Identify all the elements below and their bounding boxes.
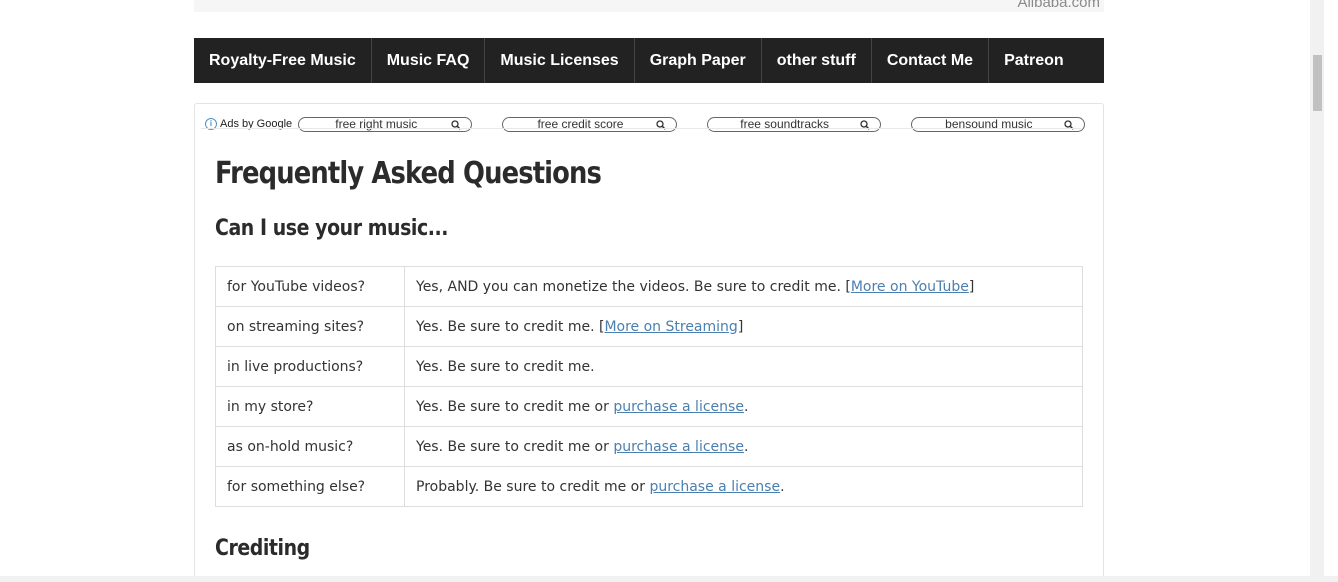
faq-answer: Yes. Be sure to credit me or purchase a …	[404, 426, 1083, 467]
ad-link-1[interactable]: free right music	[298, 116, 473, 132]
faq-answer-suffix: .	[743, 398, 749, 415]
ad-link-4[interactable]: bensound music	[910, 116, 1085, 132]
top-ad-banner[interactable]: Alibaba.com	[194, 0, 1104, 12]
page-title: Frequently Asked Questions	[215, 156, 602, 191]
faq-answer-text: Probably. Be sure to credit me or	[416, 478, 650, 495]
faq-question: on streaming sites?	[215, 306, 405, 347]
section-title-crediting: Crediting	[215, 536, 310, 561]
faq-answer-suffix: .	[780, 478, 785, 495]
faq-answer: Yes. Be sure to credit me.	[404, 346, 1083, 387]
faq-question: for something else?	[215, 466, 405, 507]
faq-answer-text: Yes. Be sure to credit me or	[416, 438, 614, 455]
faq-answer-text: Yes. Be sure to credit me.	[416, 358, 595, 375]
faq-answer-link[interactable]: More on YouTube	[851, 279, 969, 295]
faq-answer-link[interactable]: More on Streaming	[604, 319, 737, 335]
ads-bar: i Ads by Google free right music free cr…	[205, 114, 1085, 134]
faq-question: as on-hold music?	[215, 426, 405, 467]
nav-item-graph-paper[interactable]: Graph Paper	[635, 38, 762, 83]
table-row: in my store? Yes. Be sure to credit me or…	[215, 386, 1083, 427]
faq-answer-link[interactable]: purchase a license	[613, 399, 744, 415]
table-row: for YouTube videos? Yes, AND you can mone…	[215, 266, 1083, 307]
ads-divider	[201, 128, 1081, 129]
nav-item-contact-me[interactable]: Contact Me	[872, 38, 990, 83]
nav-item-music-faq[interactable]: Music FAQ	[372, 38, 486, 83]
faq-answer: Probably. Be sure to credit me or purcha…	[404, 466, 1083, 507]
faq-answer: Yes, AND you can monetize the videos. Be…	[404, 266, 1083, 307]
faq-answer-text: Yes. Be sure to credit me. [	[416, 318, 605, 335]
faq-answer-suffix: ]	[737, 318, 744, 335]
ad-link-3[interactable]: free soundtracks	[706, 116, 881, 132]
faq-answer: Yes. Be sure to credit me. [More on Stre…	[404, 306, 1083, 347]
table-row: in live productions? Yes. Be sure to cred…	[215, 346, 1083, 387]
faq-question: in my store?	[215, 386, 405, 427]
table-row: as on-hold music? Yes. Be sure to credit …	[215, 426, 1083, 467]
horizontal-scrollbar[interactable]	[0, 576, 1338, 582]
main-nav: Royalty-Free Music Music FAQ Music Licen…	[194, 38, 1104, 83]
ad-link-2[interactable]: free credit score	[502, 116, 677, 132]
faq-answer-suffix: ]	[968, 278, 975, 295]
nav-item-other-stuff[interactable]: other stuff	[762, 38, 872, 83]
faq-table: for YouTube videos? Yes, AND you can mone…	[215, 266, 1083, 507]
table-row: on streaming sites? Yes. Be sure to credi…	[215, 306, 1083, 347]
content-box: i Ads by Google free right music free cr…	[194, 103, 1104, 576]
nav-item-royalty-free-music[interactable]: Royalty-Free Music	[194, 38, 372, 83]
table-row: for something else? Probably. Be sure to …	[215, 466, 1083, 507]
faq-question: for YouTube videos?	[215, 266, 405, 307]
faq-answer-link[interactable]: purchase a license	[613, 439, 744, 455]
faq-answer-suffix: .	[743, 438, 749, 455]
vertical-scrollbar[interactable]	[1310, 0, 1324, 576]
section-title-use-music: Can I use your music...	[215, 216, 449, 241]
top-ad-text[interactable]: Alibaba.com	[1017, 0, 1100, 11]
page: Alibaba.com Royalty-Free Music Music FAQ…	[0, 0, 1324, 576]
faq-answer-link[interactable]: purchase a license	[649, 479, 780, 495]
nav-item-patreon[interactable]: Patreon	[989, 38, 1079, 83]
nav-item-music-licenses[interactable]: Music Licenses	[485, 38, 635, 83]
faq-answer-text: Yes, AND you can monetize the videos. Be…	[416, 278, 851, 295]
faq-answer: Yes. Be sure to credit me or purchase a …	[404, 386, 1083, 427]
faq-answer-text: Yes. Be sure to credit me or	[416, 398, 614, 415]
faq-question: in live productions?	[215, 346, 405, 387]
scrollbar-thumb[interactable]	[1313, 55, 1322, 111]
